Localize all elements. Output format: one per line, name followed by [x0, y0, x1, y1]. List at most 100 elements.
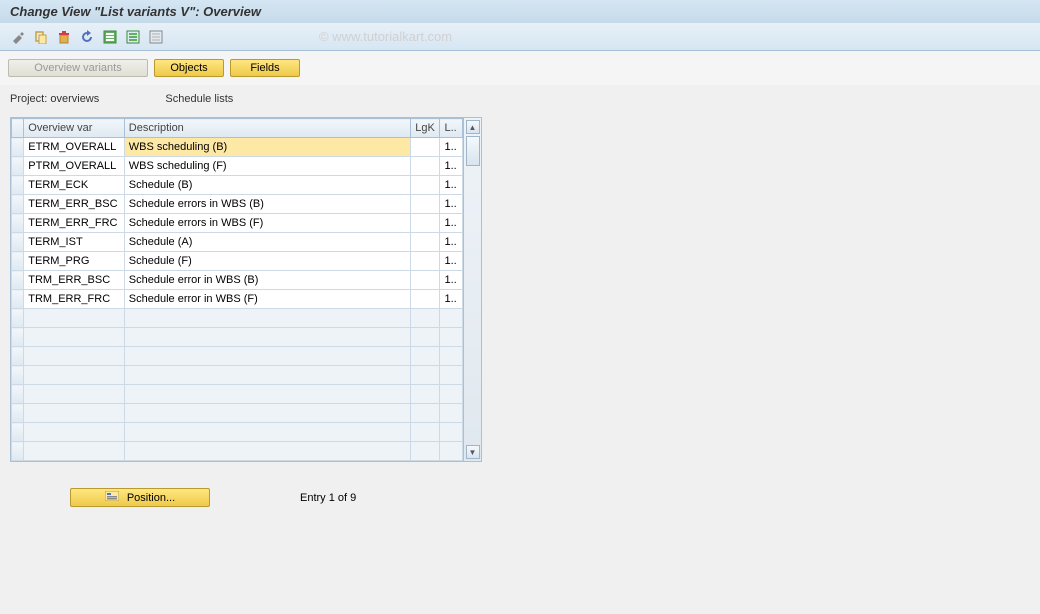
cell-lgk[interactable]: [411, 347, 440, 366]
select-all-icon[interactable]: [100, 27, 120, 47]
col-header-overview-var[interactable]: Overview var: [24, 119, 125, 138]
copy-icon[interactable]: [31, 27, 51, 47]
cell-overview-var[interactable]: TRM_ERR_BSC: [24, 271, 125, 290]
cell-overview-var[interactable]: [24, 385, 125, 404]
cell-overview-var[interactable]: [24, 404, 125, 423]
row-handle[interactable]: [12, 366, 24, 385]
cell-lgk[interactable]: [411, 366, 440, 385]
cell-l[interactable]: [440, 347, 463, 366]
row-handle[interactable]: [12, 233, 24, 252]
deselect-all-icon[interactable]: [146, 27, 166, 47]
cell-description[interactable]: Schedule (B): [124, 176, 410, 195]
row-handle[interactable]: [12, 385, 24, 404]
table-row[interactable]: PTRM_OVERALLWBS scheduling (F) 1..: [12, 157, 463, 176]
cell-lgk[interactable]: [411, 328, 440, 347]
cell-description[interactable]: Schedule errors in WBS (B): [124, 195, 410, 214]
row-handle[interactable]: [12, 252, 24, 271]
cell-description[interactable]: WBS scheduling (B): [124, 138, 410, 157]
cell-lgk[interactable]: [411, 195, 440, 214]
table-row[interactable]: TERM_ECKSchedule (B) 1..: [12, 176, 463, 195]
table-row[interactable]: TERM_ERR_BSCSchedule errors in WBS (B) 1.…: [12, 195, 463, 214]
cell-l[interactable]: 1..: [440, 176, 463, 195]
undo-icon[interactable]: [77, 27, 97, 47]
cell-overview-var[interactable]: [24, 366, 125, 385]
cell-l[interactable]: 1..: [440, 157, 463, 176]
table-row[interactable]: [12, 347, 463, 366]
vertical-scrollbar[interactable]: ▲ ▼: [463, 118, 481, 461]
scroll-track[interactable]: [466, 136, 480, 443]
cell-description[interactable]: [124, 404, 410, 423]
table-row[interactable]: [12, 385, 463, 404]
cell-lgk[interactable]: [411, 157, 440, 176]
col-header-l[interactable]: L..: [440, 119, 463, 138]
delete-icon[interactable]: [54, 27, 74, 47]
cell-lgk[interactable]: [411, 309, 440, 328]
row-handle[interactable]: [12, 423, 24, 442]
cell-overview-var[interactable]: TERM_ERR_BSC: [24, 195, 125, 214]
cell-l[interactable]: [440, 328, 463, 347]
cell-overview-var[interactable]: TERM_PRG: [24, 252, 125, 271]
table-row[interactable]: [12, 328, 463, 347]
scroll-down-icon[interactable]: ▼: [466, 445, 480, 459]
table-row[interactable]: [12, 366, 463, 385]
row-handle[interactable]: [12, 195, 24, 214]
cell-l[interactable]: [440, 404, 463, 423]
table-row[interactable]: TERM_PRGSchedule (F)1..: [12, 252, 463, 271]
row-handle[interactable]: [12, 347, 24, 366]
cell-description[interactable]: [124, 385, 410, 404]
position-button[interactable]: Position...: [70, 488, 210, 507]
cell-l[interactable]: [440, 366, 463, 385]
cell-overview-var[interactable]: [24, 347, 125, 366]
objects-button[interactable]: Objects: [154, 59, 224, 77]
cell-overview-var[interactable]: TERM_ERR_FRC: [24, 214, 125, 233]
row-handle[interactable]: [12, 176, 24, 195]
cell-overview-var[interactable]: [24, 328, 125, 347]
cell-overview-var[interactable]: TERM_ECK: [24, 176, 125, 195]
cell-description[interactable]: [124, 423, 410, 442]
row-handle[interactable]: [12, 309, 24, 328]
cell-overview-var[interactable]: [24, 423, 125, 442]
cell-description[interactable]: Schedule errors in WBS (F): [124, 214, 410, 233]
scroll-thumb[interactable]: [466, 136, 480, 166]
cell-lgk[interactable]: [411, 252, 440, 271]
toggle-display-icon[interactable]: [8, 27, 28, 47]
cell-lgk[interactable]: [411, 404, 440, 423]
table-row[interactable]: [12, 423, 463, 442]
cell-overview-var[interactable]: ETRM_OVERALL: [24, 138, 125, 157]
cell-l[interactable]: [440, 385, 463, 404]
cell-description[interactable]: [124, 328, 410, 347]
row-handle[interactable]: [12, 328, 24, 347]
cell-l[interactable]: 1..: [440, 233, 463, 252]
cell-description[interactable]: Schedule error in WBS (F): [124, 290, 410, 309]
cell-l[interactable]: 1..: [440, 290, 463, 309]
cell-l[interactable]: 1..: [440, 252, 463, 271]
cell-lgk[interactable]: [411, 176, 440, 195]
cell-l[interactable]: 1..: [440, 138, 463, 157]
table-corner[interactable]: [12, 119, 24, 138]
cell-overview-var[interactable]: TRM_ERR_FRC: [24, 290, 125, 309]
cell-description[interactable]: WBS scheduling (F): [124, 157, 410, 176]
select-block-icon[interactable]: [123, 27, 143, 47]
row-handle[interactable]: [12, 442, 24, 461]
cell-l[interactable]: [440, 423, 463, 442]
row-handle[interactable]: [12, 404, 24, 423]
cell-description[interactable]: Schedule (A): [124, 233, 410, 252]
cell-description[interactable]: [124, 347, 410, 366]
cell-overview-var[interactable]: PTRM_OVERALL: [24, 157, 125, 176]
cell-description[interactable]: Schedule error in WBS (B): [124, 271, 410, 290]
fields-button[interactable]: Fields: [230, 59, 300, 77]
cell-l[interactable]: [440, 309, 463, 328]
cell-l[interactable]: 1..: [440, 195, 463, 214]
row-handle[interactable]: [12, 290, 24, 309]
cell-lgk[interactable]: [411, 290, 440, 309]
row-handle[interactable]: [12, 214, 24, 233]
cell-overview-var[interactable]: TERM_IST: [24, 233, 125, 252]
cell-lgk[interactable]: [411, 233, 440, 252]
cell-lgk[interactable]: [411, 423, 440, 442]
cell-lgk[interactable]: [411, 442, 440, 461]
cell-l[interactable]: [440, 442, 463, 461]
cell-lgk[interactable]: [411, 138, 440, 157]
table-row[interactable]: [12, 404, 463, 423]
cell-lgk[interactable]: [411, 214, 440, 233]
table-row[interactable]: TRM_ERR_BSCSchedule error in WBS (B)1..: [12, 271, 463, 290]
